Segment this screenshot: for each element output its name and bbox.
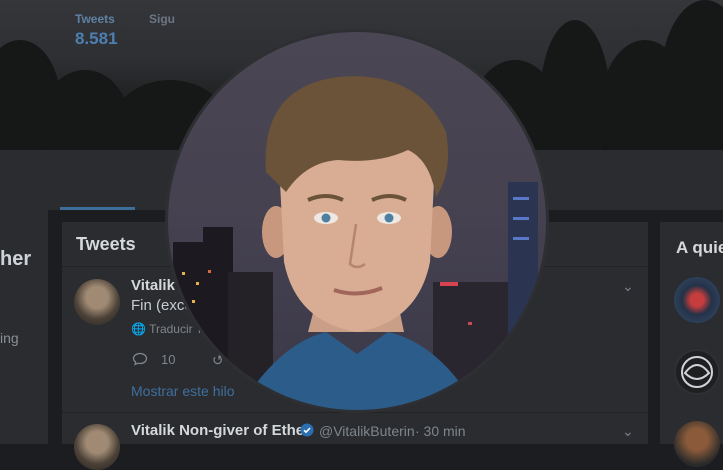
translate-label: Traducir T [149,322,204,336]
divider [62,412,648,413]
logo-icon [681,356,713,388]
tweets-count: 8.581 [75,29,118,48]
tab-following-label: Sigu [149,12,175,26]
avatar[interactable] [74,424,120,470]
profile-photo-image [173,76,538,410]
suggested-account-avatar[interactable] [674,421,720,467]
active-tab-indicator [60,207,135,210]
profile-bio-fragment: ing [0,330,19,346]
tab-tweets-label: Tweets [75,12,115,26]
suggested-account-avatar[interactable] [674,349,720,395]
translate-link[interactable]: 🌐 Traducir T [131,322,203,336]
show-thread-link[interactable]: Mostrar este hilo [131,383,234,399]
tweet-handle[interactable]: @VitalikButerin [319,423,415,439]
avatar[interactable] [74,279,120,325]
reply-count: 10 [161,352,176,367]
chevron-down-icon[interactable]: ⌄ [622,278,634,295]
tweet-author-name[interactable]: Vitalik Non-giver of Ether [131,422,310,439]
globe-icon: 🌐 [131,322,146,336]
profile-name-fragment: her [0,248,32,270]
tweet-time[interactable]: · 30 min [415,423,466,439]
left-profile-card [0,210,48,444]
tab-following[interactable]: Sigu [149,12,175,26]
reply-icon [132,352,148,366]
tweet-text: Fin (exce [131,297,193,314]
verified-badge-icon [300,423,314,437]
feed-title: Tweets [76,234,136,254]
reply-button[interactable]: 10 [132,352,175,371]
tab-tweets[interactable]: Tweets 8.581 [75,12,118,49]
profile-photo-enlarged[interactable] [168,32,546,410]
chevron-down-icon[interactable]: ⌄ [622,423,634,440]
retweet-icon[interactable]: ↺ [212,352,224,369]
tweet-author-name[interactable]: Vitalik I [131,277,183,294]
suggested-account-avatar[interactable] [674,277,720,323]
who-to-follow-title: A quie [676,238,723,257]
